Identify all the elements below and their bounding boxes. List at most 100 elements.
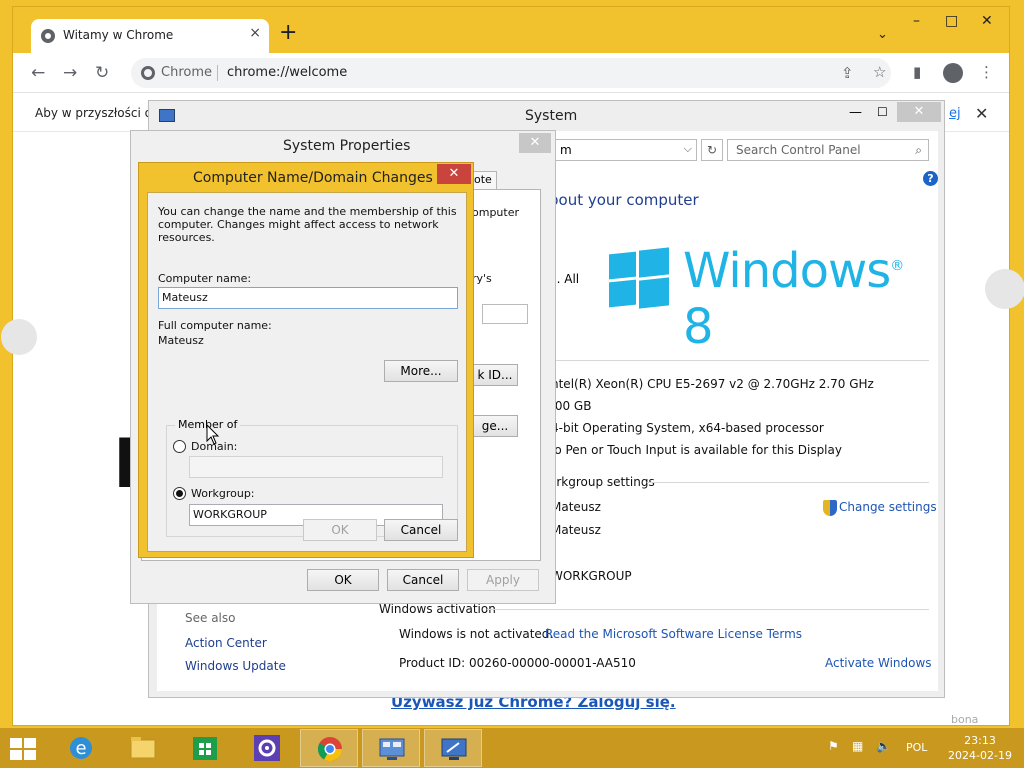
chrome-close-button[interactable]: ✕ (981, 13, 993, 29)
share-icon[interactable]: ⇪ (841, 64, 854, 82)
tab-welcome[interactable]: Witamy w Chrome × (31, 19, 269, 53)
chevron-down-icon[interactable]: ⌵ (684, 142, 692, 156)
clock[interactable]: 23:13 2024-02-19 (940, 733, 1020, 763)
system-close-button[interactable]: ✕ (897, 102, 941, 122)
dialog-title: Computer Name/Domain Changes (193, 170, 433, 186)
back-button[interactable]: ← (31, 63, 45, 83)
windows-logo-icon (609, 247, 669, 309)
license-terms-link[interactable]: Read the Microsoft Software License Term… (545, 627, 802, 641)
windows-update-link[interactable]: Windows Update (185, 659, 286, 673)
infobar-link[interactable]: ej (949, 106, 961, 121)
volume-muted-icon[interactable]: 🔈 (876, 739, 891, 753)
system-properties-close-button[interactable]: ✕ (519, 133, 551, 153)
chrome-minimize-button[interactable]: – (913, 13, 920, 29)
infobar-text: Aby w przyszłości o (35, 106, 152, 120)
address-text: m (560, 143, 572, 157)
omnibox-separator (217, 65, 218, 81)
description-field[interactable] (482, 304, 528, 324)
dialog-close-button[interactable]: ✕ (437, 164, 471, 184)
taskbar-store[interactable] (176, 729, 234, 767)
clock-date: 2024-02-19 (948, 749, 1012, 762)
new-tab-button[interactable]: + (279, 22, 297, 44)
folder-icon (130, 737, 156, 759)
system-monitor-icon (441, 738, 467, 760)
refresh-icon[interactable]: ↻ (701, 139, 723, 161)
system-titlebar: System — ☐ ✕ (149, 101, 944, 131)
svg-text:e: e (75, 738, 86, 759)
decorative-blob (985, 269, 1024, 309)
system-properties-title: System Properties (283, 138, 411, 154)
network-id-button[interactable]: k ID... (472, 364, 518, 386)
tab-search-chevron-icon[interactable]: ⌄ (877, 27, 888, 42)
memory-value: ,00 GB (551, 399, 592, 413)
address-bar[interactable]: m ⌵ (553, 139, 697, 161)
domain-radio[interactable] (173, 440, 186, 453)
help-icon[interactable]: ? (923, 171, 938, 186)
search-icon[interactable]: ⌕ (915, 143, 922, 158)
omnibox-url[interactable]: chrome://welcome (227, 65, 347, 80)
gear-icon (254, 735, 280, 761)
computer-name-label: Computer name: (158, 272, 252, 285)
chrome-site-icon (141, 66, 155, 80)
language-indicator[interactable]: POL (906, 741, 927, 754)
workgroup-value: WORKGROUP (551, 569, 632, 583)
domain-input[interactable] (189, 456, 443, 478)
workgroup-section-label: orkgroup settings (549, 475, 655, 489)
chrome-menu-icon[interactable]: ⋮ (979, 63, 994, 81)
divider (549, 360, 929, 361)
tab-close-icon[interactable]: × (249, 25, 261, 41)
pen-touch-value: lo Pen or Touch Input is available for t… (551, 443, 842, 457)
taskbar-internet-explorer[interactable]: e (52, 729, 110, 767)
clock-time: 23:13 (964, 734, 996, 747)
taskbar-system[interactable] (424, 729, 482, 767)
chrome-icon (317, 737, 342, 762)
taskbar-control-panel[interactable] (362, 729, 420, 767)
search-placeholder: Search Control Panel (736, 143, 861, 157)
dialog-ok-button[interactable]: OK (303, 519, 377, 541)
ok-button[interactable]: OK (307, 569, 379, 591)
chrome-titlebar: Witamy w Chrome × + ⌄ – □ ✕ (13, 7, 1009, 53)
control-panel-icon (379, 738, 405, 760)
taskbar: e ⚑ ▦ 🔈 POL 23:13 2024-02-19 (0, 728, 1024, 768)
panel-text-fragment: omputer (472, 206, 520, 219)
workgroup-radio[interactable] (173, 487, 186, 500)
activation-status: Windows is not activated. (399, 627, 554, 641)
side-panel-icon[interactable]: ▮ (913, 63, 921, 81)
chrome-maximize-button[interactable]: □ (945, 13, 958, 29)
infobar-close-icon[interactable]: ✕ (975, 104, 988, 123)
taskbar-chrome[interactable] (300, 729, 358, 767)
tab-remote[interactable]: ote (471, 171, 497, 189)
decorative-blob (1, 319, 37, 355)
computer-name-input[interactable]: Mateusz (158, 287, 458, 309)
system-maximize-button[interactable]: ☐ (877, 105, 888, 119)
dialog-description-line2: computer. Changes might affect access to… (158, 218, 439, 244)
change-button[interactable]: ge... (472, 415, 518, 437)
more-button[interactable]: More... (384, 360, 458, 382)
apply-button[interactable]: Apply (467, 569, 539, 591)
search-control-panel-input[interactable]: Search Control Panel ⌕ (727, 139, 929, 161)
change-settings-link[interactable]: Change settings (839, 500, 937, 514)
dialog-cancel-button[interactable]: Cancel (384, 519, 458, 541)
action-center-link[interactable]: Action Center (185, 636, 267, 650)
start-button[interactable] (10, 738, 38, 760)
reload-button[interactable]: ↻ (95, 63, 109, 83)
uac-shield-icon (823, 500, 837, 516)
internet-explorer-icon: e (70, 737, 92, 759)
store-icon (193, 737, 217, 760)
forward-button[interactable]: → (63, 63, 77, 83)
system-title: System (525, 108, 578, 124)
cancel-button[interactable]: Cancel (387, 569, 459, 591)
omnibox-site-label: Chrome (161, 65, 212, 80)
omnibox[interactable]: Chrome chrome://welcome ⇪ ☆ (131, 58, 891, 88)
profile-avatar-icon[interactable] (943, 63, 963, 83)
activate-windows-link[interactable]: Activate Windows (825, 656, 932, 670)
system-minimize-button[interactable]: — (849, 105, 862, 120)
network-icon[interactable]: ▦ (852, 739, 863, 753)
panel-text-fragment: ry's (472, 272, 492, 285)
workgroup-label: Workgroup: (191, 487, 255, 500)
processor-value: ntel(R) Xeon(R) CPU E5-2697 v2 @ 2.70GHz… (551, 377, 874, 391)
action-center-flag-icon[interactable]: ⚑ (828, 739, 839, 753)
bookmark-star-icon[interactable]: ☆ (873, 63, 886, 81)
taskbar-settings[interactable] (238, 729, 296, 767)
taskbar-file-explorer[interactable] (114, 729, 172, 767)
